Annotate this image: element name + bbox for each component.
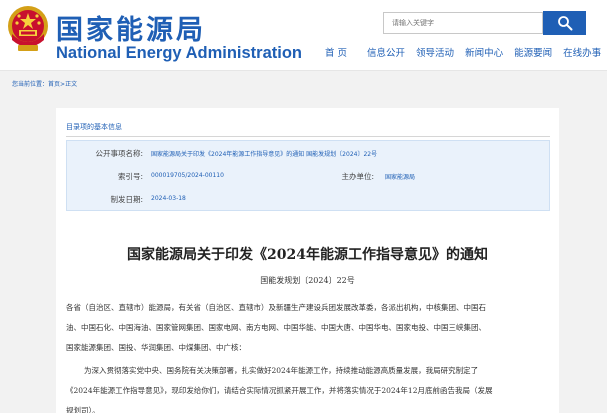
value-item-name: 国家能源局关于印发《2024年能源工作指导意见》的通知 国能发规划〔2024〕2… xyxy=(151,151,378,158)
body-line-4: 为深入贯彻落实党中央、国务院有关决策部署，扎实做好2024年能源工作，持续推动能… xyxy=(84,366,479,375)
search-button[interactable] xyxy=(543,11,586,35)
national-emblem-icon[interactable] xyxy=(6,4,50,54)
catalog-divider xyxy=(66,136,550,137)
nav-leader-activities[interactable]: 领导活动 xyxy=(416,45,454,59)
search-icon xyxy=(557,16,572,31)
breadcrumb-current: 正文 xyxy=(65,81,78,88)
site-header: 国家能源局 National Energy Administration 首 页… xyxy=(0,0,607,70)
nav-info-disclosure[interactable]: 信息公开 xyxy=(367,45,405,59)
value-index-number: 000019705/2024-00110 xyxy=(151,172,224,179)
breadcrumb-home-link[interactable]: 首页 xyxy=(48,79,60,88)
site-logo-cn[interactable]: 国家能源局 xyxy=(56,8,206,47)
body-line-2: 油、中国石化、中国海油、国家管网集团、国家电网、南方电网、中国华能、中国大唐、中… xyxy=(66,323,486,332)
catalog-info-table: 公开事项名称: 国家能源局关于印发《2024年能源工作指导意见》的通知 国能发规… xyxy=(66,140,550,211)
nav-news-center[interactable]: 新闻中心 xyxy=(465,45,503,59)
body-line-5: 《2024年能源工作指导意见》，现印发给你们，请结合实际情况抓紧开展工作，并将落… xyxy=(66,386,493,395)
breadcrumb-bar: 您当前位置：首页 > 正文 xyxy=(0,70,607,94)
breadcrumb-prefix: 您当前位置： xyxy=(12,81,49,88)
document-number: 国能发规划〔2024〕22号 xyxy=(260,276,355,285)
body-line-3: 国家能源集团、国投、华润集团、中煤集团、中广核： xyxy=(66,343,246,352)
site-logo-en[interactable]: National Energy Administration xyxy=(56,44,302,63)
label-host-unit: 主办单位: xyxy=(341,172,374,181)
search-input[interactable] xyxy=(383,12,543,34)
value-host-unit: 国家能源局 xyxy=(385,174,416,181)
document-title: 国家能源局关于印发《2024年能源工作指导意见》的通知 xyxy=(127,247,488,263)
body-line-6: 规划司）。 xyxy=(66,406,100,413)
nav-energy-news[interactable]: 能源要闻 xyxy=(514,45,552,59)
article-container: 目录项的基本信息 公开事项名称: 国家能源局关于印发《2024年能源工作指导意见… xyxy=(56,108,559,413)
nav-home[interactable]: 首 页 xyxy=(325,45,347,59)
main-nav: 首 页 信息公开 领导活动 新闻中心 能源要闻 在线办事 xyxy=(325,45,607,59)
nav-online-services[interactable]: 在线办事 xyxy=(563,45,601,59)
label-item-name: 公开事项名称: xyxy=(95,149,143,158)
breadcrumb: 您当前位置：首页 > 正文 xyxy=(12,79,77,88)
value-issue-date: 2024-03-18 xyxy=(151,195,186,202)
label-index-number: 索引号: xyxy=(117,172,143,181)
label-issue-date: 制发日期: xyxy=(110,195,143,204)
body-line-1: 各省（自治区、直辖市）能源局，有关省（自治区、直辖市）及新疆生产建设兵团发展改革… xyxy=(66,303,486,312)
catalog-heading: 目录项的基本信息 xyxy=(66,123,122,131)
